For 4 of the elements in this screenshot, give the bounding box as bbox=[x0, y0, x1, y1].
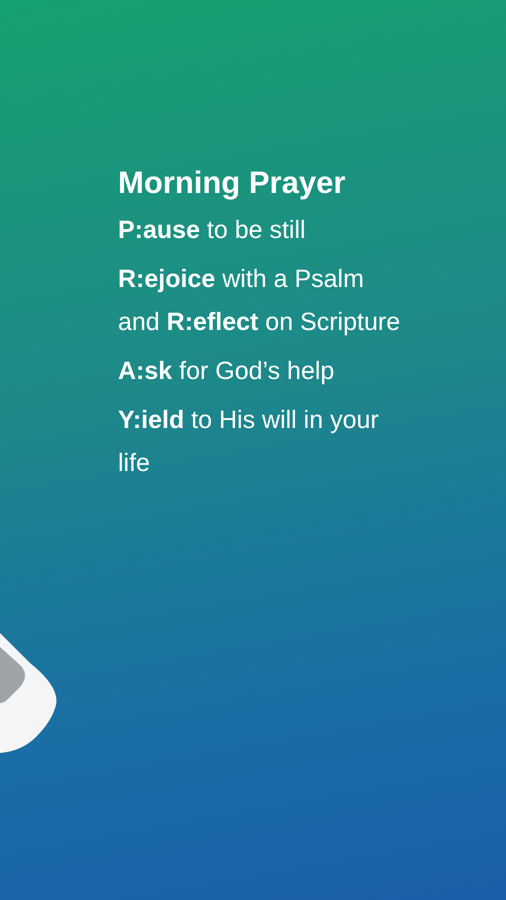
step-text: A:sk for God’s help bbox=[118, 356, 336, 387]
step-text: P:ause to be still bbox=[118, 215, 307, 246]
step-text: Y:ield to His will in your life bbox=[118, 405, 380, 479]
title: Morning Prayer bbox=[118, 165, 346, 201]
